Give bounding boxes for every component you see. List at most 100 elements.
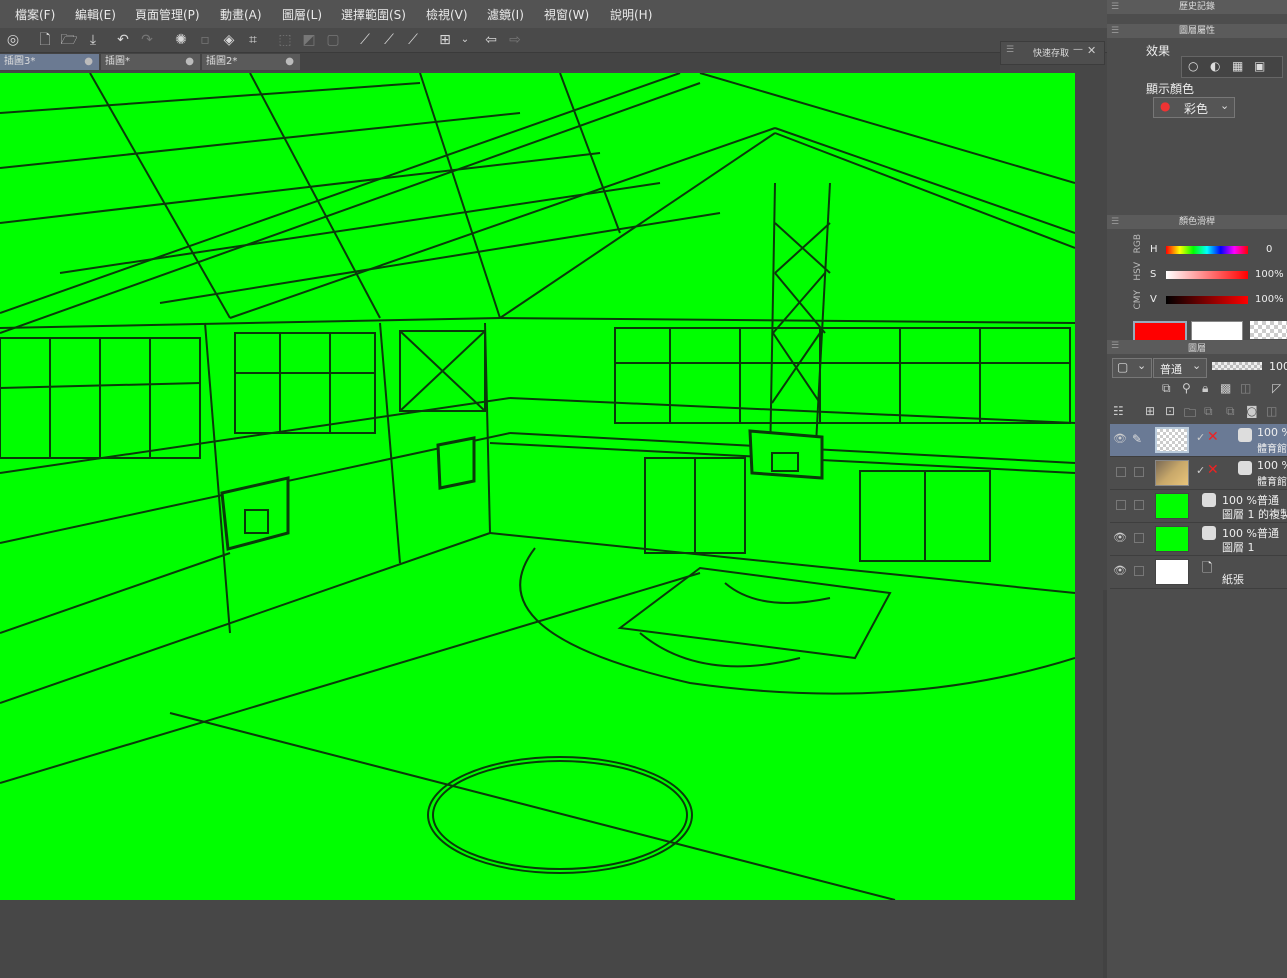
opacity-value[interactable]: 100 (1269, 360, 1287, 373)
new-folder-icon[interactable]: 🗀 (1184, 404, 1196, 425)
saturation-slider[interactable] (1166, 271, 1248, 279)
menu-layer[interactable]: 圖層(L) (282, 6, 322, 23)
redo-icon[interactable]: ↷ (138, 31, 156, 49)
effect-label: 效果 (1146, 44, 1171, 58)
menu-page-management[interactable]: 頁面管理(P) (135, 6, 200, 23)
drag-handle-icon[interactable]: ☰ (1111, 217, 1119, 227)
mask-off-icon: ✕ (1207, 429, 1219, 445)
display-color-label: 顯示顏色 (1146, 82, 1195, 96)
special-ruler-snap-icon[interactable]: ⟋ (380, 31, 398, 49)
transfer-down-icon[interactable]: ⧉ (1204, 404, 1213, 419)
panel-divider[interactable] (1103, 590, 1107, 978)
import-icon[interactable]: ⇦ (482, 31, 500, 49)
tab-illustration-2[interactable]: 插圖2* ● (202, 54, 300, 70)
drawing-canvas[interactable] (0, 73, 1075, 900)
layer-row[interactable]: 👁 100 %普通 圖層 1 (1110, 523, 1287, 556)
merge-down-icon[interactable]: ⧉ (1226, 404, 1235, 419)
visibility-checkbox[interactable] (1116, 500, 1126, 510)
open-folder-icon[interactable]: 🗁 (60, 31, 78, 49)
hue-slider[interactable] (1166, 246, 1248, 254)
layer-name: 體育館 (1257, 477, 1287, 488)
new-file-icon[interactable]: 🗋 (36, 31, 54, 49)
lock-layer-icon[interactable]: 🔒︎ (1202, 381, 1208, 396)
blend-mode-value: 普通 (1160, 363, 1182, 376)
border-effect-icon[interactable]: ○ (1188, 59, 1198, 73)
sub-color-swatch[interactable] (1191, 321, 1243, 341)
clear-outside-icon[interactable]: ▫ (196, 31, 214, 49)
new-vector-layer-icon[interactable]: ⊡ (1165, 404, 1175, 418)
reference-layer-icon[interactable]: ⊞ (436, 31, 454, 49)
transform-icon[interactable]: ⌗ (244, 31, 262, 49)
chevron-down-icon[interactable]: ⌄ (456, 31, 474, 49)
menu-filter[interactable]: 濾鏡(I) (487, 6, 524, 23)
tab-label: 插圖3* (4, 56, 36, 67)
lock-checkbox[interactable] (1134, 533, 1144, 543)
mode-tab-hsv[interactable]: HSV (1133, 262, 1147, 281)
app-logo-icon[interactable]: ◎ (4, 31, 22, 49)
visibility-checkbox[interactable] (1116, 467, 1126, 477)
square-icon: ▢ (1117, 360, 1129, 374)
ruler-snap-icon[interactable]: ⟋ (356, 31, 374, 49)
menu-help[interactable]: 說明(H) (610, 6, 652, 23)
menu-selection[interactable]: 選擇範圍(S) (341, 6, 406, 23)
eye-icon[interactable]: 👁 (1113, 565, 1127, 577)
selection-border-icon[interactable]: ▢ (324, 31, 342, 49)
blend-mode-select[interactable]: 普通 ⌄ (1153, 358, 1207, 378)
layer-row[interactable]: 100 %普通 圖層 1 的複製 (1110, 490, 1287, 523)
layer-color-icon[interactable]: ▣ (1254, 59, 1265, 73)
color-wheel-icon (1202, 493, 1216, 507)
transparent-color-swatch[interactable] (1250, 321, 1287, 339)
menu-window[interactable]: 視窗(W) (544, 6, 589, 23)
clear-icon[interactable]: ✺ (172, 31, 190, 49)
ruler-icon[interactable]: ◸ (1272, 381, 1281, 395)
new-raster-layer-icon[interactable]: ⊞ (1145, 404, 1155, 418)
save-icon[interactable]: ⤓ (84, 31, 102, 49)
menu-file[interactable]: 檔案(F) (15, 6, 55, 23)
drag-handle-icon[interactable]: ☰ (1111, 26, 1119, 36)
tone-effect-icon[interactable]: ◐ (1210, 59, 1220, 73)
minimize-icon[interactable]: — (1073, 44, 1083, 55)
menu-animation[interactable]: 動畫(A) (220, 6, 262, 23)
hue-value: 0 (1266, 244, 1273, 255)
eye-icon[interactable]: 👁 (1113, 532, 1127, 544)
layer-row[interactable]: 👁 ✎ ✓ ✕ 100 % 體育館 (1110, 424, 1287, 457)
lock-transparency-icon[interactable]: ▩ (1220, 381, 1231, 395)
display-color-value: 彩色 (1184, 102, 1209, 116)
drag-handle-icon[interactable]: ☰ (1006, 45, 1014, 55)
undo-icon[interactable]: ↶ (114, 31, 132, 49)
grid-snap-icon[interactable]: ⟋ (404, 31, 422, 49)
reference-layer-icon[interactable]: ⚲ (1182, 381, 1191, 395)
lock-checkbox[interactable] (1134, 566, 1144, 576)
mode-tab-cmy[interactable]: CMY (1133, 290, 1147, 310)
tab-illustration-3[interactable]: 插圖3* ● (0, 54, 99, 70)
tab-close-icon[interactable]: ● (185, 54, 194, 70)
fill-icon[interactable]: ◈ (220, 31, 238, 49)
drag-handle-icon[interactable]: ☰ (1111, 2, 1119, 12)
value-slider[interactable] (1166, 296, 1248, 304)
apply-mask-icon[interactable]: ◫ (1266, 404, 1277, 418)
tab-illustration[interactable]: 插圖* ● (101, 54, 200, 70)
color-tone-icon[interactable]: ▦ (1232, 59, 1243, 73)
lock-checkbox[interactable] (1134, 467, 1144, 477)
layer-color-mode-select[interactable]: ▢ ⌄ (1112, 358, 1152, 378)
clip-layer-icon[interactable]: ⧉ (1162, 381, 1171, 396)
tab-close-icon[interactable]: ● (285, 54, 294, 70)
layer-list-icon[interactable]: ☷ (1113, 404, 1124, 418)
command-bar: ◎ 🗋 🗁 ⤓ ↶ ↷ ✺ ▫ ◈ ⌗ ⬚ ◩ ▢ ⟋ ⟋ ⟋ ⊞ ⌄ ⇦ ⇨ (0, 28, 1130, 53)
menu-view[interactable]: 檢視(V) (426, 6, 468, 23)
mode-tab-rgb[interactable]: RGB (1133, 234, 1147, 253)
layer-row[interactable]: 👁 🗋 紙張 (1110, 556, 1287, 589)
opacity-slider[interactable] (1212, 362, 1262, 370)
eye-icon[interactable]: 👁 (1113, 433, 1127, 445)
display-color-select[interactable]: ● 彩色 ⌄ (1153, 97, 1235, 118)
tab-close-icon[interactable]: ● (84, 54, 93, 70)
layer-mask-icon[interactable]: ◙ (1246, 404, 1258, 418)
deselect-icon[interactable]: ⬚ (276, 31, 294, 49)
layer-row[interactable]: ✓ ✕ 100 % 體育館 (1110, 457, 1287, 490)
invert-selection-icon[interactable]: ◩ (300, 31, 318, 49)
lock-checkbox[interactable] (1134, 500, 1144, 510)
menu-edit[interactable]: 編輯(E) (75, 6, 116, 23)
mask-enable-icon[interactable]: ◫ (1240, 381, 1251, 395)
close-icon[interactable]: ✕ (1087, 44, 1096, 57)
export-icon[interactable]: ⇨ (506, 31, 524, 49)
